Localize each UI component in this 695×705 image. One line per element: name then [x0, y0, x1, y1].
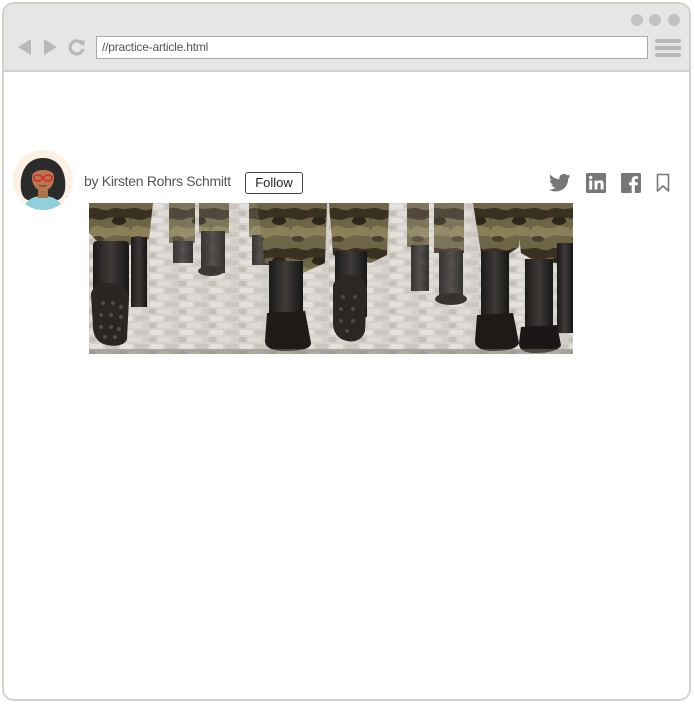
- facebook-icon[interactable]: [621, 173, 641, 193]
- window-dot-2[interactable]: [649, 14, 661, 26]
- address-bar[interactable]: //practice-article.html: [96, 36, 648, 59]
- hamburger-menu-icon[interactable]: [655, 39, 681, 59]
- forward-arrow-icon[interactable]: [44, 39, 57, 55]
- marching-soldiers-boots-photo: [89, 203, 573, 354]
- bookmark-icon[interactable]: [656, 173, 670, 193]
- browser-window: //practice-article.html by Kirsten Rohrs…: [2, 2, 691, 701]
- window-dot-1[interactable]: [631, 14, 643, 26]
- hero-image: [89, 203, 573, 354]
- author-avatar[interactable]: [13, 150, 73, 210]
- reload-icon[interactable]: [68, 38, 86, 56]
- browser-toolbar: //practice-article.html: [4, 4, 689, 72]
- window-dot-3[interactable]: [668, 14, 680, 26]
- twitter-icon[interactable]: [549, 173, 571, 193]
- back-arrow-icon[interactable]: [18, 39, 31, 55]
- page-content: by Kirsten Rohrs Schmitt Follow: [4, 72, 689, 699]
- follow-button[interactable]: Follow: [245, 172, 303, 194]
- author-portrait-icon: [13, 150, 73, 210]
- linkedin-icon[interactable]: [586, 173, 606, 193]
- author-byline[interactable]: by Kirsten Rohrs Schmitt: [84, 173, 231, 189]
